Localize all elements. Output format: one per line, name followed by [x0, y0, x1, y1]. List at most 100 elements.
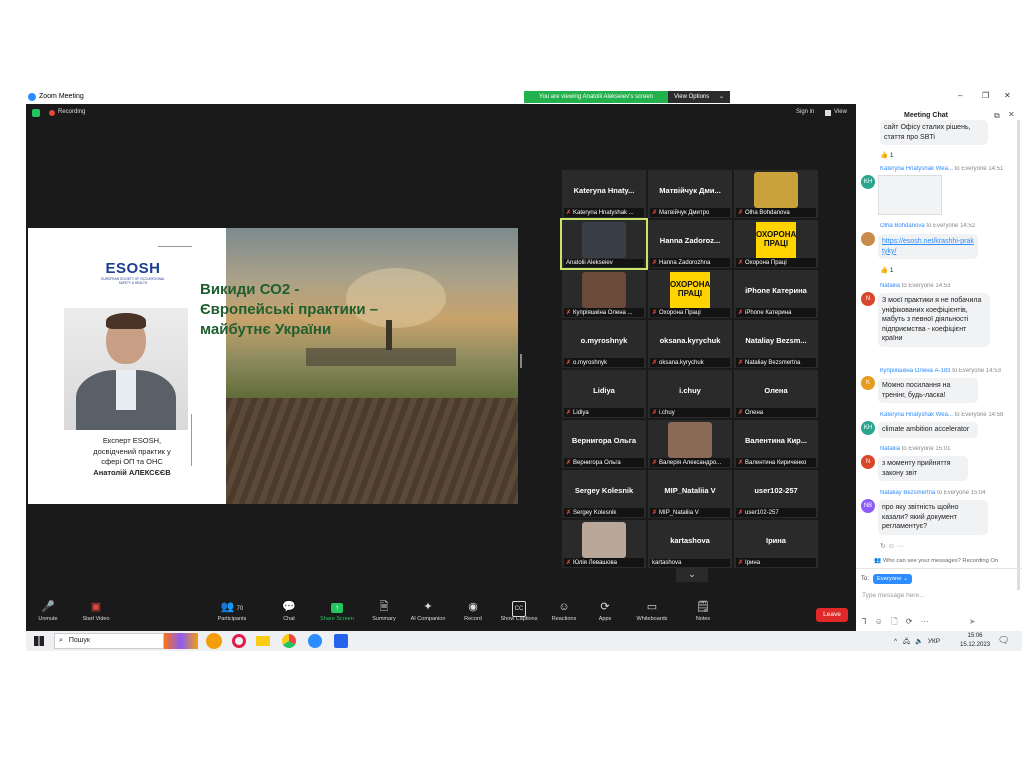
- file-icon[interactable]: 🗋: [891, 617, 897, 626]
- emoji-icon[interactable]: ☺: [875, 617, 883, 626]
- splitter-handle[interactable]: [520, 354, 522, 368]
- network-icon[interactable]: 🖧: [903, 638, 910, 645]
- notes-button[interactable]: 🗒 Notes: [675, 600, 731, 622]
- participant-tile[interactable]: Олена ✗ Олена: [734, 370, 818, 418]
- chat-message-text: З моєї практики я не побачила уніфікован…: [882, 297, 982, 342]
- volume-icon[interactable]: 🔈: [915, 638, 923, 645]
- participant-tile[interactable]: Вернигора Ольга ✗ Вернигора Ольга: [562, 420, 646, 468]
- view-grid-icon[interactable]: [825, 110, 831, 116]
- chat-sender[interactable]: Nataliay Bezsmertna: [880, 490, 935, 496]
- popout-icon[interactable]: ⧉: [994, 111, 1000, 121]
- visibility-notice[interactable]: 👥 Who can see your messages? Recording O…: [874, 558, 998, 564]
- participant-video: [754, 172, 798, 208]
- clock[interactable]: 15:06 15.12.2023: [960, 632, 990, 650]
- participants-button[interactable]: 👥 70 Participants: [204, 600, 260, 622]
- restore-icon[interactable]: ❐: [982, 91, 989, 100]
- sign-in-link[interactable]: Sign in: [796, 109, 814, 115]
- reaction-badge[interactable]: 👍 1: [880, 151, 894, 159]
- participant-tile[interactable]: user102-257 ✗ user102-257: [734, 470, 818, 518]
- chat-link[interactable]: https://esosh.net/krashhi-praktyky/: [882, 238, 974, 255]
- chat-sender[interactable]: Kateryna Hnatyshak Wea...: [880, 412, 953, 418]
- participant-tile[interactable]: ✗ Olha Bohdanova: [734, 170, 818, 218]
- mic-muted-icon: ✗: [738, 360, 744, 366]
- send-icon[interactable]: ➤: [969, 617, 976, 626]
- participant-label-text: Anatolii Alekseiev: [566, 260, 613, 266]
- shield-icon[interactable]: [32, 109, 40, 117]
- word-icon[interactable]: [334, 634, 348, 648]
- whiteboards-button[interactable]: ▭ Whiteboards: [624, 600, 680, 622]
- chat-sender[interactable]: Nataliia: [880, 283, 900, 289]
- avatar: [861, 232, 875, 246]
- participant-name-label: ✗ Kateryna Hnatyshak ...: [564, 208, 644, 217]
- participant-tile[interactable]: ✗ Юлія Левашова: [562, 520, 646, 568]
- participant-tile[interactable]: Kateryna Hnaty... ✗ Kateryna Hnatyshak ...: [562, 170, 646, 218]
- participant-tile[interactable]: iPhone Катерина ✗ iPhone Катерина: [734, 270, 818, 318]
- chat-image-thumbnail[interactable]: [878, 175, 942, 215]
- gallery-more-button[interactable]: ⌄: [676, 568, 708, 582]
- participant-tile[interactable]: Anatolii Alekseiev: [560, 218, 648, 270]
- participant-tile[interactable]: kartashova kartashova: [648, 520, 732, 568]
- participant-tile[interactable]: ✗ Купріяшкіна Олена ...: [562, 270, 646, 318]
- chrome-icon[interactable]: [282, 634, 296, 648]
- close-chat-icon[interactable]: ✕: [1008, 110, 1015, 119]
- participant-tile[interactable]: Nataliay Bezsm... ✗ Nataliay Bezsmertna: [734, 320, 818, 368]
- opera-icon[interactable]: [232, 634, 246, 648]
- participant-label-text: Охорона Праці: [745, 260, 787, 266]
- view-options-button[interactable]: View Options ⌄: [668, 91, 730, 103]
- chat-message-text: про яку звітність щойно казали? який док…: [882, 504, 959, 530]
- chat-sender[interactable]: Kateryna Hnatyshak Wea...: [880, 166, 953, 172]
- chat-message-text: сайт Офісу сталих рішень,: [884, 124, 971, 131]
- chat-sender[interactable]: Купріяшкіна Олена А-183: [880, 368, 951, 374]
- participant-display-name: Nataliay Bezsm...: [745, 336, 807, 345]
- participant-name-label: ✗ o.myroshnyk: [564, 358, 644, 367]
- more-icon[interactable]: ···: [921, 617, 929, 626]
- participant-tile[interactable]: oksana.kyrychuk ✗ oksana.kyrychuk: [648, 320, 732, 368]
- taskbar-search[interactable]: ⌕ Пошук: [54, 633, 164, 649]
- zoom-icon[interactable]: [308, 634, 322, 648]
- tray-chevron-icon[interactable]: ^: [894, 638, 897, 645]
- windows-start-icon[interactable]: [34, 636, 44, 646]
- mic-muted-icon: ✗: [738, 310, 744, 316]
- recording-dot-icon: [49, 110, 55, 116]
- screenshot-icon[interactable]: ⟳: [906, 617, 913, 626]
- chat-recipient: to Everyone: [901, 283, 934, 289]
- participant-tile[interactable]: Hanna Zadoroz... ✗ Hanna Zadorozhna: [648, 220, 732, 268]
- recording-label[interactable]: Recording: [58, 109, 85, 115]
- notification-icon[interactable]: 🗨: [998, 635, 1009, 646]
- chat-message-input[interactable]: Type message here...: [862, 592, 1012, 599]
- chat-recipient: to Everyone: [901, 446, 934, 452]
- language-indicator[interactable]: УКР: [928, 638, 940, 645]
- message-actions[interactable]: ↻ ☺ ···: [880, 542, 904, 550]
- participant-tile[interactable]: Lidiya ✗ Lidiya: [562, 370, 646, 418]
- chat-sender[interactable]: Olha Bohdanova: [880, 223, 925, 229]
- participant-tile[interactable]: ОХОРОНА ПРАЦІ ✗ Охорона Праці: [734, 220, 818, 268]
- participant-tile[interactable]: o.myroshnyk ✗ o.myroshnyk: [562, 320, 646, 368]
- start-video-label: Start Video: [82, 616, 110, 622]
- chat-sender[interactable]: Nataliia: [880, 446, 900, 452]
- leave-button[interactable]: Leave: [816, 608, 848, 622]
- participant-tile[interactable]: Валентина Кир... ✗ Валентина Кириченко: [734, 420, 818, 468]
- participant-tile[interactable]: MIP_Nataliia V ✗ MIP_Nataliia V: [648, 470, 732, 518]
- recipient-select[interactable]: Everyone ⌄: [873, 574, 912, 584]
- participant-tile[interactable]: ОХОРОНА ПРАЦІ ✗ Охорона Праці: [648, 270, 732, 318]
- participant-tile[interactable]: Sergey Kolesnik ✗ Sergey Kolesnik: [562, 470, 646, 518]
- recipient-select-value: Everyone: [877, 576, 902, 582]
- close-icon[interactable]: ✕: [1004, 91, 1011, 100]
- taskbar-app-icon[interactable]: [206, 633, 222, 649]
- chat-scrollbar[interactable]: [1017, 120, 1020, 590]
- widget-image-icon[interactable]: [164, 633, 198, 649]
- chat-divider: [856, 568, 1022, 569]
- view-button[interactable]: View: [834, 109, 847, 115]
- format-icon[interactable]: Ꞁ: [862, 617, 866, 626]
- chat-label: Chat: [283, 616, 295, 622]
- chat-time: 15:01: [935, 446, 951, 452]
- reaction-badge[interactable]: 👍 1: [880, 266, 894, 274]
- start-video-button[interactable]: ▣ Start Video: [68, 600, 124, 622]
- participant-tile[interactable]: Ірина ✗ Ірина: [734, 520, 818, 568]
- minimize-icon[interactable]: –: [958, 91, 962, 100]
- participant-tile[interactable]: Матвійчук Дми... ✗ Матвійчук Дмитро: [648, 170, 732, 218]
- folder-icon[interactable]: [256, 636, 270, 646]
- participant-tile[interactable]: i.chuy ✗ i.chuy: [648, 370, 732, 418]
- clock-date: 15.12.2023: [960, 642, 991, 648]
- participant-tile[interactable]: ✗ Валерія Александро...: [648, 420, 732, 468]
